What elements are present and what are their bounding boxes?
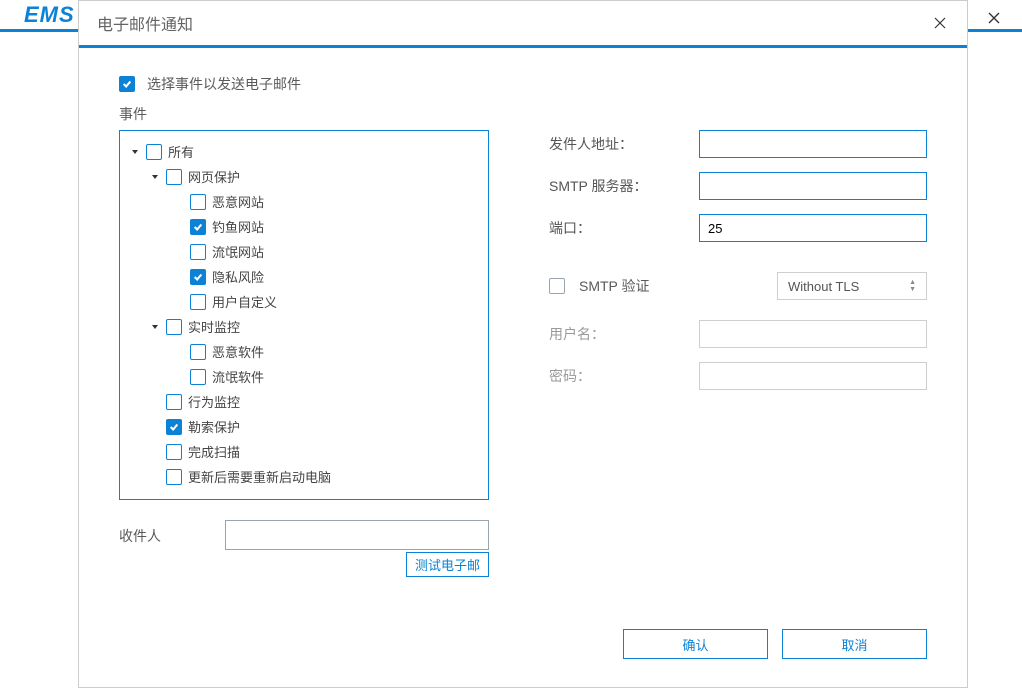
modal-title: 电子邮件通知 bbox=[97, 11, 193, 35]
label-scandone: 完成扫描 bbox=[188, 442, 240, 461]
checkbox-malware[interactable] bbox=[190, 344, 206, 360]
recipient-label: 收件人 bbox=[119, 520, 179, 546]
checkbox-updaterestart[interactable] bbox=[166, 469, 182, 485]
caret-icon[interactable] bbox=[150, 322, 160, 332]
tls-select[interactable]: Without TLS ▲▼ bbox=[777, 272, 927, 300]
checkbox-roguesite[interactable] bbox=[190, 244, 206, 260]
port-label: 端口： bbox=[549, 218, 699, 238]
tls-selected-value: Without TLS bbox=[788, 279, 859, 294]
user-label: 用户名： bbox=[549, 324, 699, 344]
tree-row-phishing[interactable]: 钓鱼网站 bbox=[126, 214, 482, 239]
select-chevrons-icon: ▲▼ bbox=[909, 280, 916, 293]
checkbox-scandone[interactable] bbox=[166, 444, 182, 460]
checkbox-webprotect[interactable] bbox=[166, 169, 182, 185]
user-input bbox=[699, 320, 927, 348]
tree-row-webprotect[interactable]: 网页保护 bbox=[126, 164, 482, 189]
smtp-auth-checkbox[interactable] bbox=[549, 278, 565, 294]
label-phishing: 钓鱼网站 bbox=[212, 217, 264, 236]
tree-row-scandone[interactable]: 完成扫描 bbox=[126, 439, 482, 464]
checkbox-ransom[interactable] bbox=[166, 419, 182, 435]
label-roguesite: 流氓网站 bbox=[212, 242, 264, 261]
label-updaterestart: 更新后需要重新启动电脑 bbox=[188, 467, 331, 486]
checkbox-badsite[interactable] bbox=[190, 194, 206, 210]
test-email-button[interactable]: 测试电子邮 bbox=[406, 552, 489, 577]
tree-row-privacy[interactable]: 隐私风险 bbox=[126, 264, 482, 289]
from-input[interactable] bbox=[699, 130, 927, 158]
cancel-button[interactable]: 取消 bbox=[782, 629, 927, 659]
pass-input bbox=[699, 362, 927, 390]
label-realtime: 实时监控 bbox=[188, 317, 240, 336]
main-enable-checkbox[interactable] bbox=[119, 76, 135, 92]
caret-icon[interactable] bbox=[130, 147, 140, 157]
tree-row-roguesoft[interactable]: 流氓软件 bbox=[126, 364, 482, 389]
checkbox-behavior[interactable] bbox=[166, 394, 182, 410]
checkbox-all[interactable] bbox=[146, 144, 162, 160]
smtp-input[interactable] bbox=[699, 172, 927, 200]
label-badsite: 恶意网站 bbox=[212, 192, 264, 211]
checkbox-roguesoft[interactable] bbox=[190, 369, 206, 385]
parent-close-button[interactable] bbox=[984, 8, 1004, 28]
tree-row-ransom[interactable]: 勒索保护 bbox=[126, 414, 482, 439]
main-enable-label: 选择事件以发送电子邮件 bbox=[147, 74, 301, 94]
label-privacy: 隐私风险 bbox=[212, 267, 264, 286]
checkbox-phishing[interactable] bbox=[190, 219, 206, 235]
tree-row-badsite[interactable]: 恶意网站 bbox=[126, 189, 482, 214]
modal-close-button[interactable] bbox=[931, 14, 949, 32]
tree-row-usercustom[interactable]: 用户自定义 bbox=[126, 289, 482, 314]
checkbox-privacy[interactable] bbox=[190, 269, 206, 285]
tree-row-behavior[interactable]: 行为监控 bbox=[126, 389, 482, 414]
checkbox-usercustom[interactable] bbox=[190, 294, 206, 310]
brand-text: EMS bbox=[0, 2, 75, 28]
label-all: 所有 bbox=[168, 142, 194, 161]
label-webprotect: 网页保护 bbox=[188, 167, 240, 186]
from-label: 发件人地址： bbox=[549, 134, 699, 154]
label-malware: 恶意软件 bbox=[212, 342, 264, 361]
tree-row-updaterestart[interactable]: 更新后需要重新启动电脑 bbox=[126, 464, 482, 489]
tree-row-realtime[interactable]: 实时监控 bbox=[126, 314, 482, 339]
modal-header: 电子邮件通知 bbox=[79, 1, 967, 48]
left-column: 选择事件以发送电子邮件 事件 所有 网页保护 恶意网站 bbox=[119, 74, 489, 603]
tree-row-roguesite[interactable]: 流氓网站 bbox=[126, 239, 482, 264]
events-label: 事件 bbox=[119, 104, 489, 124]
recipient-input[interactable] bbox=[225, 520, 489, 550]
right-column: 发件人地址： SMTP 服务器： 端口： SMTP 验证 Without TLS… bbox=[519, 74, 927, 603]
label-behavior: 行为监控 bbox=[188, 392, 240, 411]
modal-body: 选择事件以发送电子邮件 事件 所有 网页保护 恶意网站 bbox=[79, 48, 967, 613]
tree-row-malware[interactable]: 恶意软件 bbox=[126, 339, 482, 364]
events-tree: 所有 网页保护 恶意网站 钓鱼网站 bbox=[119, 130, 489, 500]
ok-button[interactable]: 确认 bbox=[623, 629, 768, 659]
pass-label: 密码： bbox=[549, 366, 699, 386]
modal-footer: 确认 取消 bbox=[79, 613, 967, 687]
label-usercustom: 用户自定义 bbox=[212, 292, 277, 311]
smtp-auth-label: SMTP 验证 bbox=[579, 276, 767, 296]
tree-row-all[interactable]: 所有 bbox=[126, 139, 482, 164]
email-notify-modal: 电子邮件通知 选择事件以发送电子邮件 事件 所有 bbox=[78, 0, 968, 688]
smtp-label: SMTP 服务器： bbox=[549, 176, 699, 196]
caret-icon[interactable] bbox=[150, 172, 160, 182]
label-ransom: 勒索保护 bbox=[188, 417, 240, 436]
port-input[interactable] bbox=[699, 214, 927, 242]
label-roguesoft: 流氓软件 bbox=[212, 367, 264, 386]
checkbox-realtime[interactable] bbox=[166, 319, 182, 335]
